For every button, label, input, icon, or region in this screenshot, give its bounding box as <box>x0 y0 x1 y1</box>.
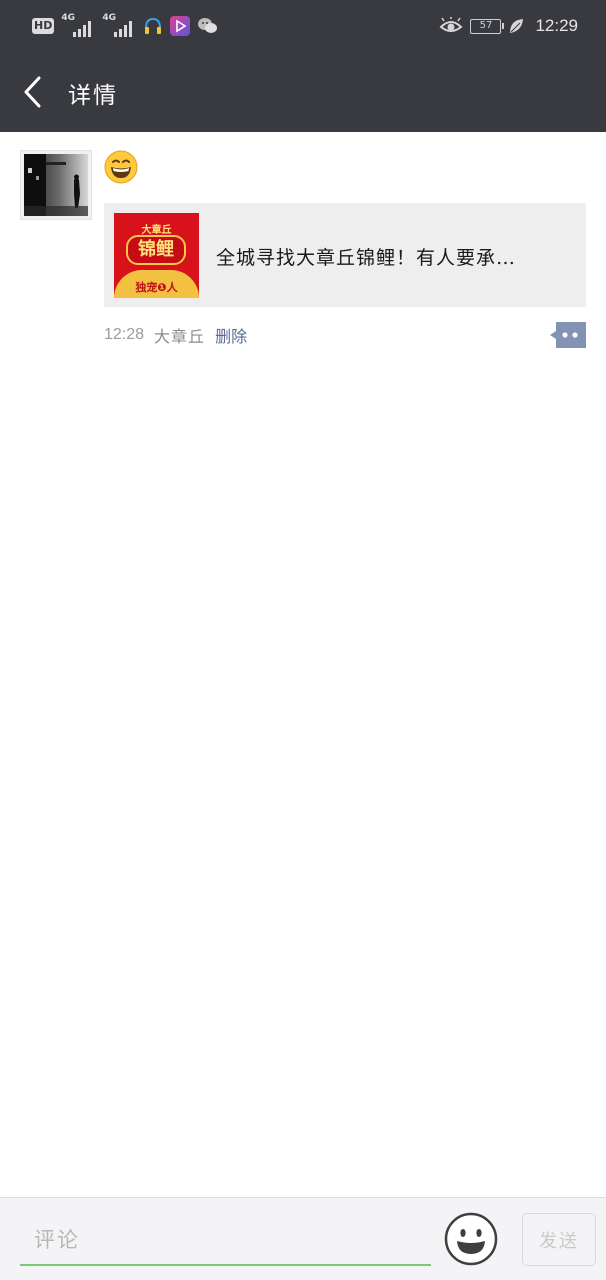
leaf-power-saving-icon <box>510 19 524 33</box>
page-title: 详情 <box>68 83 118 109</box>
back-button[interactable] <box>20 74 50 110</box>
grinning-face-emoji-icon <box>104 150 138 184</box>
thumbnail-main-text: 锦鲤 <box>126 235 186 265</box>
shared-link-card[interactable]: 大章丘 锦鲤 独宠❶人 全城寻找大章丘锦鲤！有人要承… <box>104 203 586 307</box>
wechat-icon <box>198 18 218 33</box>
signal-4g-secondary: 4G <box>102 13 136 37</box>
comment-bar: 发送 <box>0 1197 606 1280</box>
video-app-icon <box>170 16 191 36</box>
eye-comfort-icon <box>439 17 463 32</box>
hd-indicator: HD <box>32 18 55 34</box>
signal-bars-icon <box>114 21 133 37</box>
comment-like-button[interactable] <box>550 322 586 348</box>
send-button[interactable]: 发送 <box>522 1213 596 1266</box>
headset-app-icon <box>145 17 162 34</box>
nav-bar: 详情 <box>0 52 606 132</box>
link-title: 全城寻找大章丘锦鲤！有人要承… <box>216 247 517 269</box>
status-time: 12:29 <box>535 16 578 35</box>
battery-indicator: 57 <box>470 18 505 34</box>
emoji-button[interactable] <box>444 1212 498 1266</box>
smiley-face-icon <box>444 1212 498 1266</box>
moment-meta: 12:28 大章丘 删除 <box>104 323 247 347</box>
thumbnail-top-text: 大章丘 <box>141 225 172 236</box>
post-time: 12:28 <box>104 326 145 343</box>
delete-link[interactable]: 删除 <box>215 323 247 347</box>
signal-4g-primary: 4G <box>61 13 95 37</box>
chevron-left-icon <box>24 76 41 108</box>
post-source: 大章丘 <box>154 327 206 346</box>
status-bar-right: 57 12:29 <box>439 13 578 39</box>
signal-bars-icon <box>73 21 92 37</box>
thumbnail-bottom-text: 独宠❶人 <box>135 281 178 294</box>
status-bar: HD 4G 4G 57 12:29 <box>0 0 606 52</box>
link-thumbnail: 大章丘 锦鲤 独宠❶人 <box>114 213 199 298</box>
avatar[interactable] <box>20 150 92 220</box>
comment-input[interactable] <box>20 1216 431 1266</box>
avatar-image <box>24 154 88 216</box>
more-dots-icon <box>550 322 586 348</box>
status-bar-left: HD 4G 4G <box>32 13 219 39</box>
